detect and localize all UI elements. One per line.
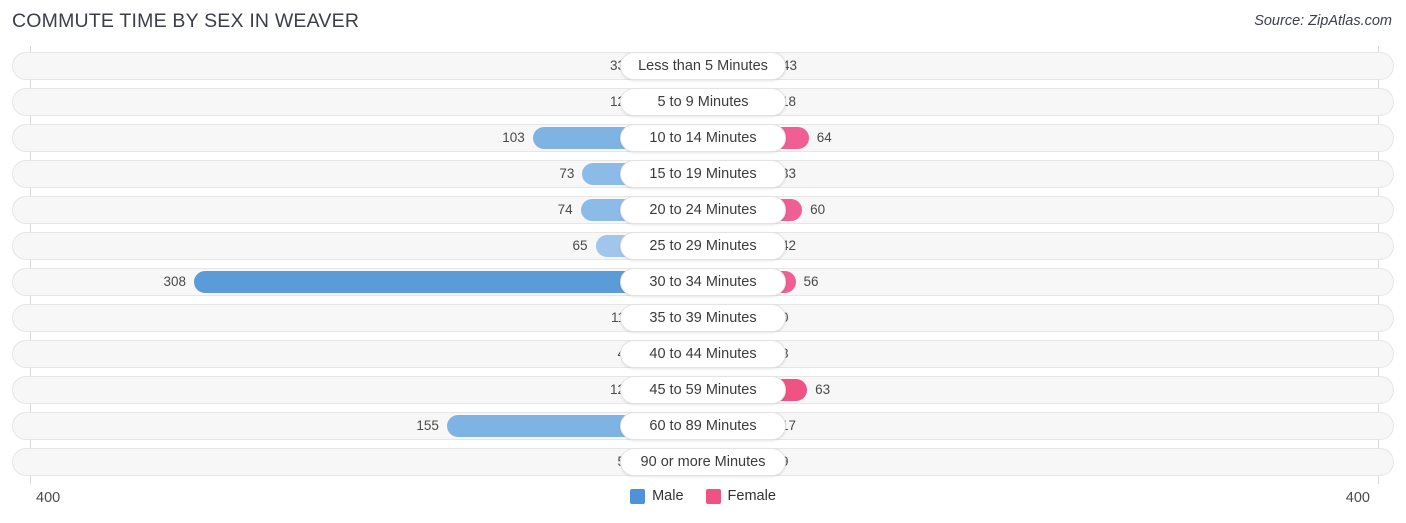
value-label-male: 5 [567, 453, 625, 471]
value-label-male: 33 [609, 58, 625, 73]
category-label-pill: Less than 5 Minutes [620, 52, 786, 80]
value-label-female: 64 [816, 130, 832, 145]
chart-row: 103 64 10 to 14 Minutes [12, 122, 1394, 154]
chart-row: 74 60 20 to 24 Minutes [12, 194, 1394, 226]
legend-label: Male [652, 488, 684, 504]
chart-row: 73 33 15 to 19 Minutes [12, 158, 1394, 190]
chart-footer: 400 400 Male Female [0, 484, 1406, 523]
value-label-male: 65 [572, 238, 588, 253]
chart-row: 33 43 Less than 5 Minutes [12, 50, 1394, 82]
value-label-male: 12 [609, 382, 625, 397]
value-label-female: 63 [815, 382, 831, 397]
category-label-pill: 45 to 59 Minutes [620, 376, 786, 404]
category-label-text: 45 to 59 Minutes [649, 382, 757, 398]
category-label-text: 35 to 39 Minutes [649, 310, 757, 326]
category-label-text: 40 to 44 Minutes [649, 346, 757, 362]
category-label-text: 25 to 29 Minutes [649, 238, 757, 254]
category-label-text: 90 or more Minutes [640, 454, 766, 470]
category-label-text: 60 to 89 Minutes [649, 418, 757, 434]
chart-row: 155 17 60 to 89 Minutes [12, 410, 1394, 442]
legend-swatch [630, 488, 646, 504]
category-label-text: Less than 5 Minutes [638, 58, 768, 74]
chart-row: 11035 to 39 Minutes [12, 302, 1394, 334]
category-label-pill: 10 to 14 Minutes [620, 124, 786, 152]
category-label-text: 10 to 14 Minutes [649, 130, 757, 146]
value-label-female: 56 [803, 274, 819, 289]
legend-item[interactable]: Female [705, 488, 776, 504]
value-label-male: 74 [557, 202, 573, 217]
category-label-text: 5 to 9 Minutes [657, 94, 749, 110]
chart-row: 65 42 25 to 29 Minutes [12, 230, 1394, 262]
category-label-pill: 20 to 24 Minutes [620, 196, 786, 224]
chart-header: COMMUTE TIME BY SEX IN WEAVER Source: Zi… [0, 0, 1406, 46]
category-label-text: 15 to 19 Minutes [649, 166, 757, 182]
chart-row: 4840 to 44 Minutes [12, 338, 1394, 370]
category-label-text: 30 to 34 Minutes [649, 274, 757, 290]
chart-row: 308 56 30 to 34 Minutes [12, 266, 1394, 298]
source-attribution: Source: ZipAtlas.com [1254, 13, 1392, 29]
legend-item[interactable]: Male [630, 488, 684, 504]
value-label-female: 60 [810, 202, 826, 217]
chart-row: 5990 or more Minutes [12, 446, 1394, 478]
value-label-male: 73 [559, 166, 575, 181]
category-label-pill: 30 to 34 Minutes [620, 268, 786, 296]
value-label-male: 12 [609, 94, 625, 109]
category-label-pill: 60 to 89 Minutes [620, 412, 786, 440]
diverging-bar-chart: 33 43 Less than 5 Minutes 12 18 5 to 9 Minute… [0, 46, 1406, 484]
category-label-pill: 25 to 29 Minutes [620, 232, 786, 260]
legend-swatch [705, 488, 721, 504]
category-label-text: 20 to 24 Minutes [649, 202, 757, 218]
value-label-male: 11 [610, 310, 625, 325]
chart-legend: Male Female [0, 488, 1406, 504]
value-label-male: 155 [416, 418, 439, 433]
value-label-male: 308 [163, 274, 187, 289]
chart-row: 12 18 5 to 9 Minutes [12, 86, 1394, 118]
chart-row: 12 63 45 to 59 Minutes [12, 374, 1394, 406]
value-label-male: 4 [567, 345, 625, 363]
page-title: COMMUTE TIME BY SEX IN WEAVER [12, 10, 360, 32]
legend-label: Female [727, 488, 776, 504]
category-label-pill: 40 to 44 Minutes [620, 340, 786, 368]
category-label-pill: 90 or more Minutes [620, 448, 786, 476]
category-label-pill: 5 to 9 Minutes [620, 88, 786, 116]
value-label-male: 103 [502, 130, 525, 145]
category-label-pill: 15 to 19 Minutes [620, 160, 786, 188]
chart-page: COMMUTE TIME BY SEX IN WEAVER Source: Zi… [0, 0, 1406, 523]
category-label-pill: 35 to 39 Minutes [620, 304, 786, 332]
